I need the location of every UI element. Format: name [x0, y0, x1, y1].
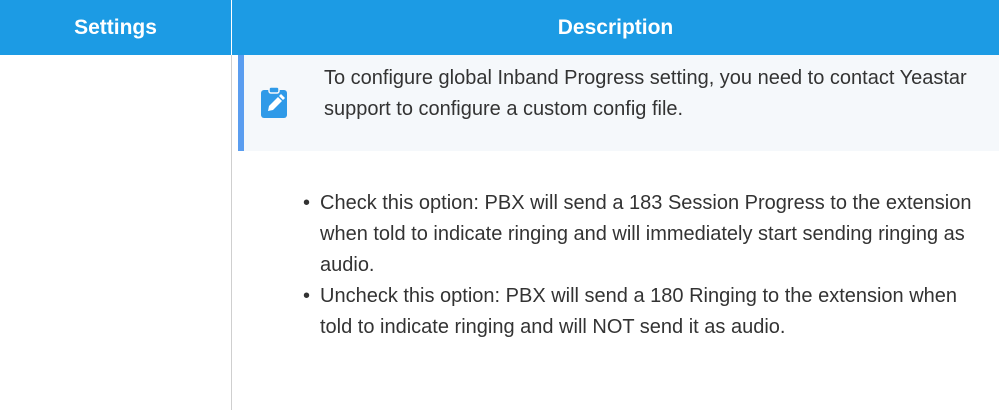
table-header: Settings Description	[0, 0, 999, 55]
note-callout: To configure global Inband Progress sett…	[238, 55, 999, 151]
bullet-text: Uncheck this option: PBX will send a 180…	[320, 285, 958, 338]
bullet-marker: •	[303, 192, 311, 214]
note-accent-bar	[238, 55, 244, 151]
bullet-text: Check this option: PBX will send a 183 S…	[320, 192, 972, 276]
settings-column-header: Settings	[74, 16, 157, 39]
list-item: • Uncheck this option: PBX will send a 1…	[288, 281, 988, 343]
edit-pencil-icon	[261, 86, 287, 118]
note-text: To configure global Inband Progress sett…	[324, 67, 967, 120]
description-bullet-list: • Check this option: PBX will send a 183…	[288, 188, 988, 343]
description-column-header: Description	[557, 16, 674, 39]
bullet-marker: •	[303, 285, 311, 307]
column-divider	[231, 55, 232, 410]
list-item: • Check this option: PBX will send a 183…	[288, 188, 988, 281]
settings-table: Settings Description To configure global…	[0, 0, 999, 410]
